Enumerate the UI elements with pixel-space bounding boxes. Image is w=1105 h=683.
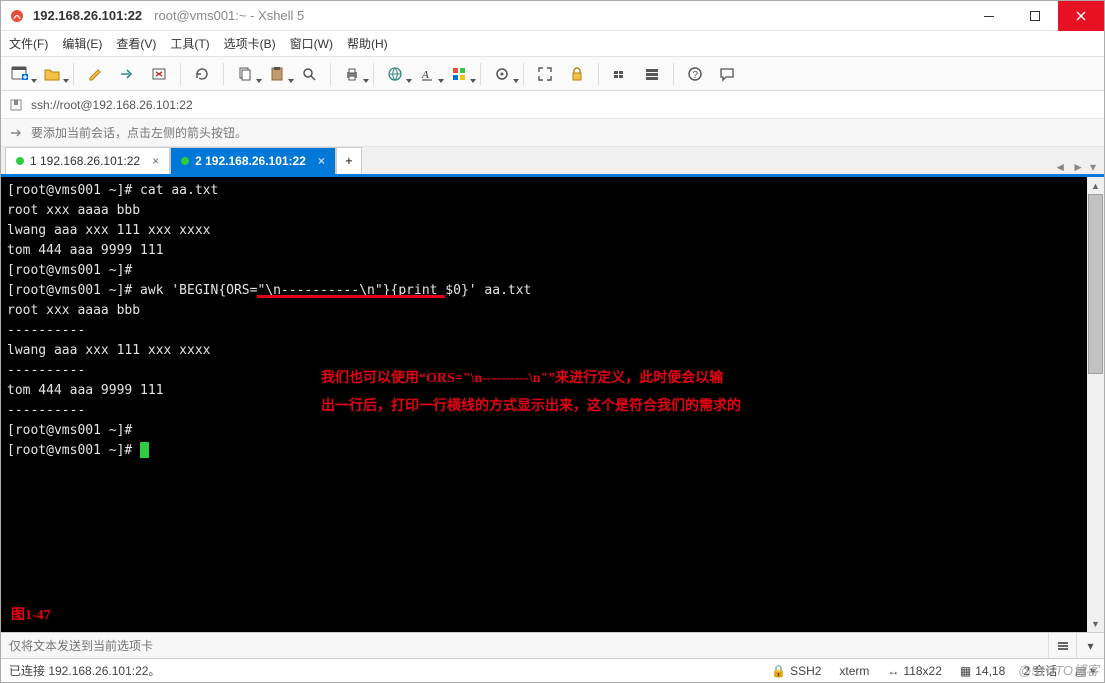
status-size: ↔118x22 [887,664,941,678]
chat-button[interactable] [714,61,740,87]
tab-2[interactable]: 2 192.168.26.101:22 × [170,147,336,174]
app-icon [9,8,25,24]
print-button[interactable] [339,61,365,87]
toolbar-separator [598,63,599,85]
close-button[interactable] [1058,1,1104,31]
ascii-button[interactable] [607,61,633,87]
add-session-icon[interactable] [9,126,23,140]
lock-icon: 🔒 [771,664,786,678]
watermark: @51CTO博客 [1018,660,1099,679]
menu-edit[interactable]: 编辑(E) [62,35,102,52]
status-protocol: 🔒SSH2 [771,664,821,678]
menu-help[interactable]: 帮助(H) [347,35,388,52]
window-controls [966,1,1104,31]
scroll-down-icon[interactable]: ▼ [1087,615,1104,632]
disconnect-button[interactable] [146,61,172,87]
menu-tools[interactable]: 工具(T) [170,35,209,52]
menubar: 文件(F) 编辑(E) 查看(V) 工具(T) 选项卡(B) 窗口(W) 帮助(… [1,31,1104,57]
font-button[interactable]: A [414,61,440,87]
menu-file[interactable]: 文件(F) [9,35,48,52]
svg-text:?: ? [693,70,699,81]
toolbar-separator [330,63,331,85]
status-dot-icon [16,157,24,165]
address-input[interactable] [31,98,1096,112]
new-session-button[interactable] [7,61,33,87]
session-hint-bar: 要添加当前会话，点击左侧的箭头按钮。 [1,119,1104,147]
toolbar-separator [73,63,74,85]
open-button[interactable] [39,61,65,87]
encoding-button[interactable] [382,61,408,87]
toolbar-separator [223,63,224,85]
tab-1[interactable]: 1 192.168.26.101:22 × [5,147,170,174]
tab-close-icon[interactable]: × [318,154,325,168]
properties-button[interactable] [82,61,108,87]
toolbar-separator [523,63,524,85]
tab-prev-icon[interactable]: ◄ [1054,160,1066,174]
hex-button[interactable] [639,61,665,87]
connect-button[interactable] [114,61,140,87]
find-button[interactable] [296,61,322,87]
status-connection: 已连接 192.168.26.101:22。 [9,662,160,679]
status-dot-icon [181,157,189,165]
copy-button[interactable] [232,61,258,87]
menu-window[interactable]: 窗口(W) [290,35,333,52]
svg-text:A: A [421,69,429,81]
status-cursor: ▦14,18 [960,664,1005,678]
tab-label: 2 192.168.26.101:22 [195,154,306,168]
tab-bar: 1 192.168.26.101:22 × 2 192.168.26.101:2… [1,147,1104,177]
toolbar-separator [480,63,481,85]
color-button[interactable] [446,61,472,87]
title-host: 192.168.26.101:22 [33,8,142,23]
fullscreen-button[interactable] [532,61,558,87]
compose-input[interactable] [1,639,1048,653]
annotation-underline [257,295,445,298]
app-window: 192.168.26.101:22 root@vms001:~ - Xshell… [0,0,1105,683]
paste-button[interactable] [264,61,290,87]
bookmark-icon[interactable] [9,98,23,112]
tab-next-icon[interactable]: ► [1072,160,1084,174]
reconnect-button[interactable] [189,61,215,87]
title-subtitle: root@vms001:~ - Xshell 5 [154,8,304,23]
maximize-button[interactable] [1012,1,1058,31]
new-tab-button[interactable]: + [336,147,362,174]
tab-close-icon[interactable]: × [152,154,159,168]
toolbar-separator [373,63,374,85]
titlebar: 192.168.26.101:22 root@vms001:~ - Xshell… [1,1,1104,31]
hint-text: 要添加当前会话，点击左侧的箭头按钮。 [31,124,247,141]
toolbar: A ? [1,57,1104,91]
minimize-button[interactable] [966,1,1012,31]
scrollbar[interactable]: ▲ ▼ [1087,177,1104,632]
scroll-up-icon[interactable]: ▲ [1087,177,1104,194]
figure-label: 图1-47 [11,604,51,624]
resize-icon: ↔ [887,664,899,678]
toolbar-separator [673,63,674,85]
status-term: xterm [839,664,869,678]
lock-button[interactable] [564,61,590,87]
help-button[interactable]: ? [682,61,708,87]
status-bar: 已连接 192.168.26.101:22。 🔒SSH2 xterm ↔118x… [1,658,1104,682]
menu-view[interactable]: 查看(V) [116,35,156,52]
tab-label: 1 192.168.26.101:22 [30,154,140,168]
compose-bar: ▾ [1,632,1104,658]
tab-nav: ◄ ► ▾ [1054,160,1104,174]
address-bar [1,91,1104,119]
history-button[interactable] [1048,633,1076,658]
scroll-thumb[interactable] [1088,194,1103,374]
run-script-button[interactable] [489,61,515,87]
toolbar-separator [180,63,181,85]
terminal-area: [root@vms001 ~]# cat aa.txt root xxx aaa… [1,177,1104,632]
annotation-text: 我们也可以使用“ORS="\n----------\n"”来进行定义，此时便会以… [321,365,941,421]
target-dropdown[interactable]: ▾ [1076,633,1104,658]
menu-tabs[interactable]: 选项卡(B) [224,35,276,52]
grid-icon: ▦ [960,664,971,678]
tab-list-icon[interactable]: ▾ [1090,160,1096,174]
